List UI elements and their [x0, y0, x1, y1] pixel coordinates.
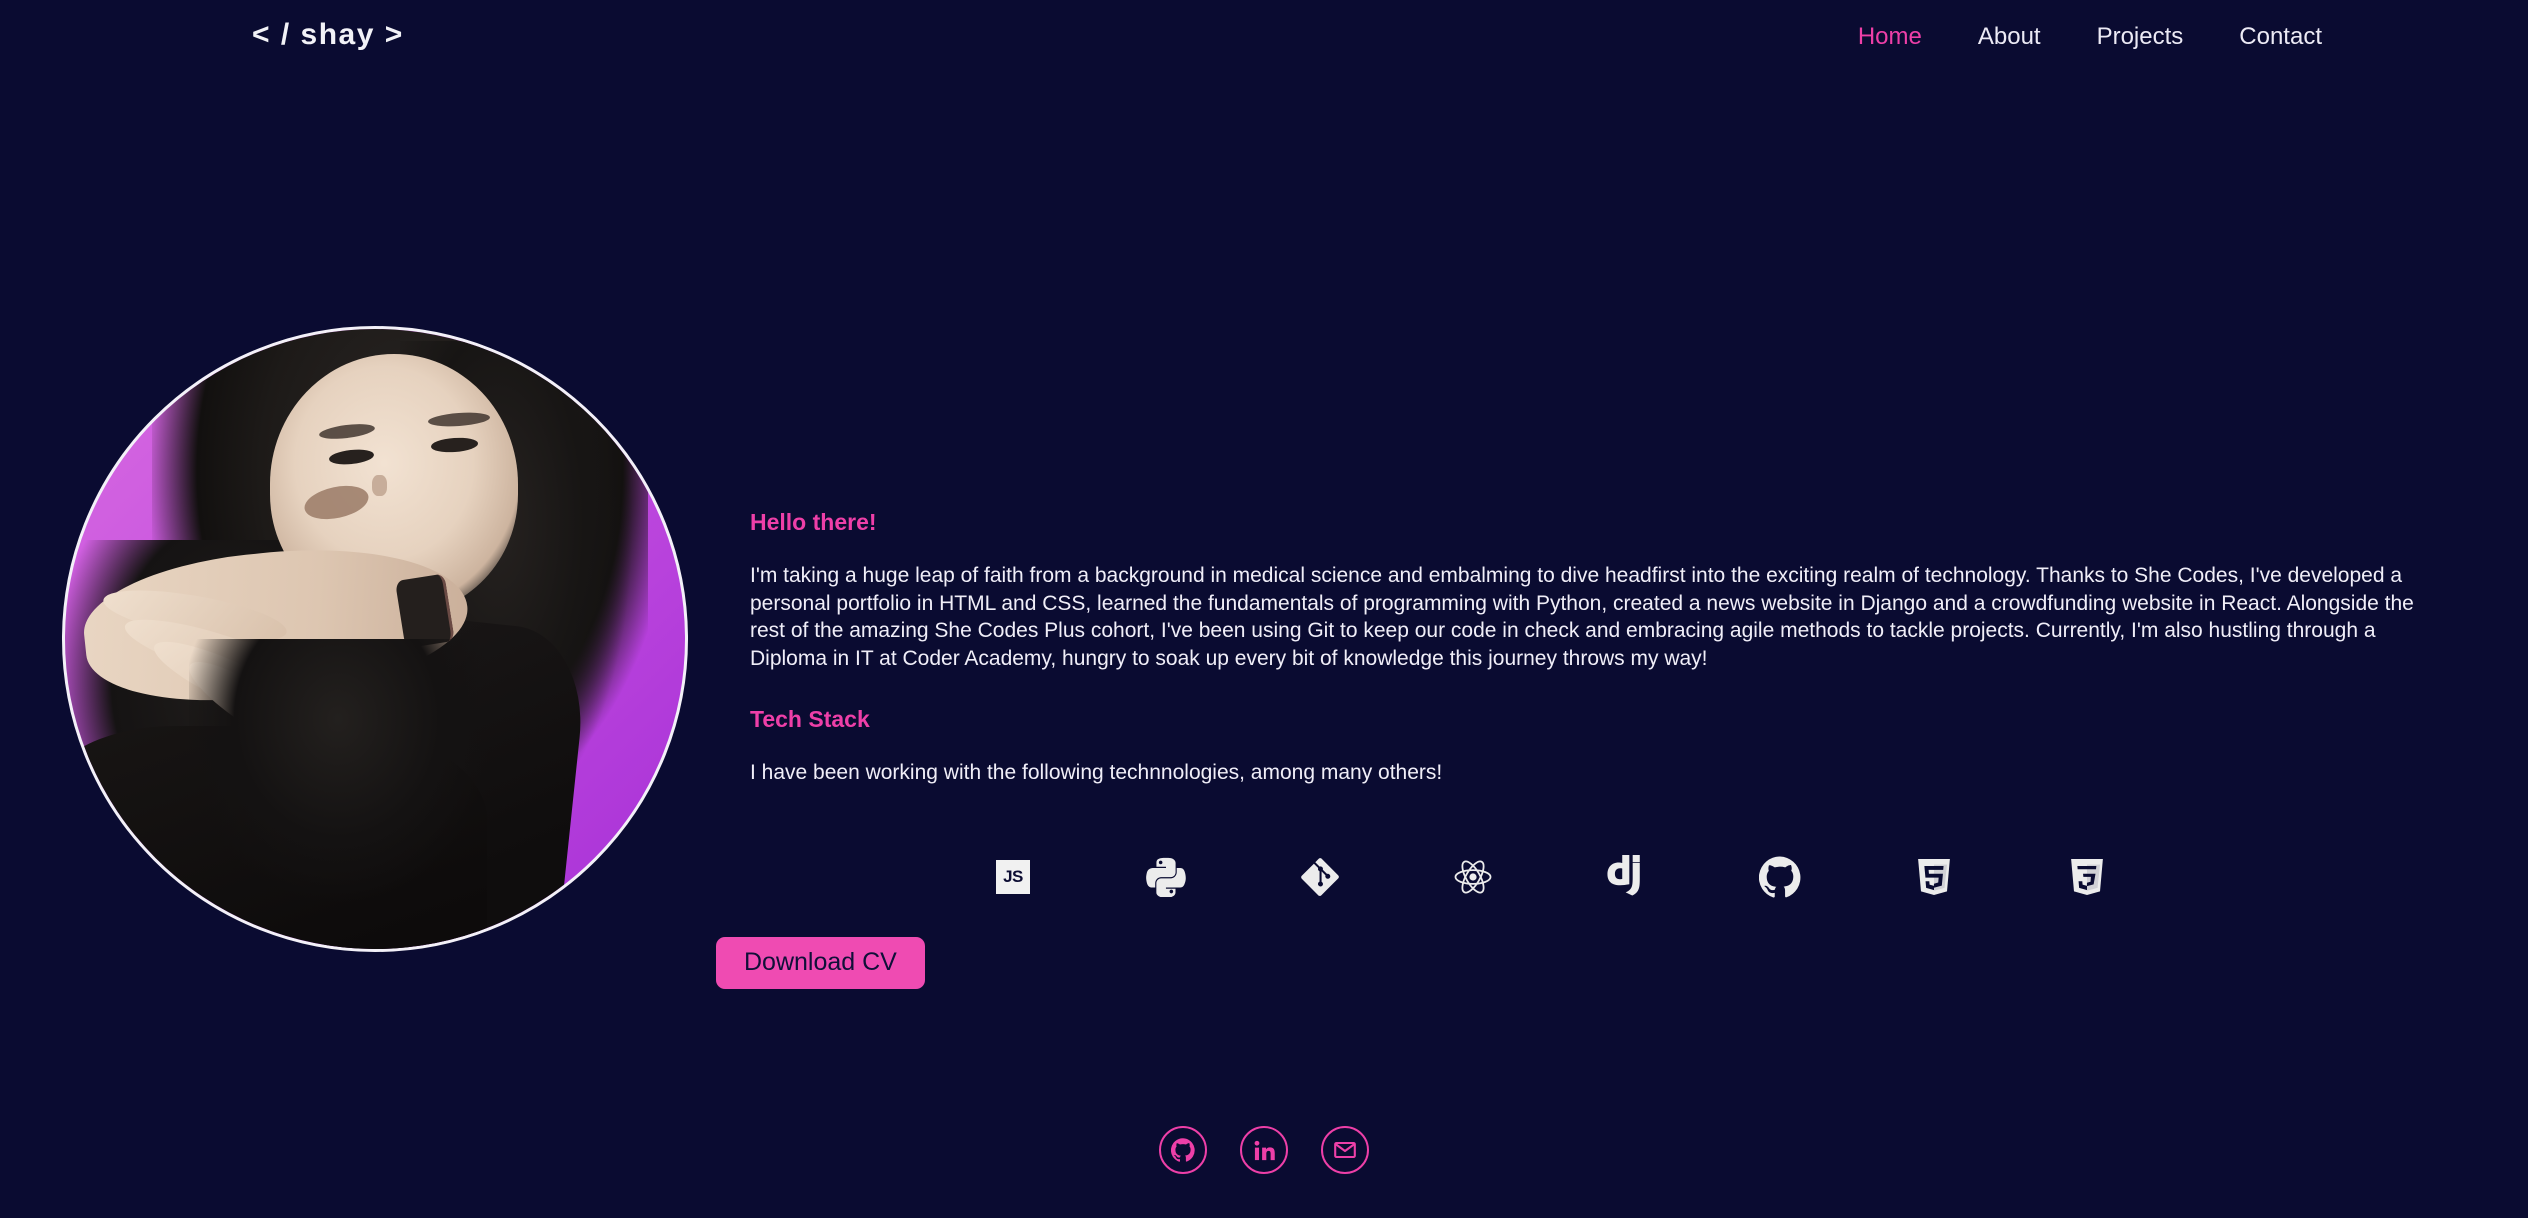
email-social-icon[interactable]: [1321, 1126, 1369, 1174]
python-icon[interactable]: [1143, 854, 1189, 900]
nav-link-home[interactable]: Home: [1830, 22, 1950, 52]
tech-stack-intro: I have been working with the following t…: [750, 761, 1443, 784]
intro-paragraph: I'm taking a huge leap of faith from a b…: [750, 564, 2414, 670]
tech-stack-heading: Tech Stack: [750, 706, 870, 732]
avatar-photo: [62, 326, 688, 952]
brand-logo[interactable]: < / shay >: [252, 18, 404, 52]
react-icon[interactable]: [1450, 854, 1496, 900]
greeting-heading: Hello there!: [750, 509, 877, 535]
photo-hair-front: [189, 639, 487, 949]
javascript-icon[interactable]: JS: [990, 854, 1036, 900]
nav-link-contact[interactable]: Contact: [2211, 22, 2350, 52]
photo-nose: [371, 474, 387, 496]
nav-link-about[interactable]: About: [1950, 22, 2069, 52]
git-icon[interactable]: [1297, 854, 1343, 900]
github-icon[interactable]: [1757, 854, 1803, 900]
main-nav: Home About Projects Contact: [1830, 22, 2350, 52]
django-icon[interactable]: [1604, 854, 1650, 900]
nav-link-projects[interactable]: Projects: [2069, 22, 2212, 52]
bio-block: Hello there! I'm taking a huge leap of f…: [750, 508, 2414, 787]
download-cv-button[interactable]: Download CV: [716, 937, 925, 989]
site-header: < / shay > Home About Projects Contact: [0, 0, 2528, 84]
css3-icon[interactable]: [2064, 854, 2110, 900]
html5-icon[interactable]: [1911, 854, 1957, 900]
javascript-icon-label: JS: [996, 860, 1030, 894]
hero-section: Hello there! I'm taking a huge leap of f…: [0, 84, 2528, 1084]
tech-stack-icons: JS: [990, 854, 2110, 900]
photo-watch: [394, 573, 455, 649]
linkedin-social-icon[interactable]: [1240, 1126, 1288, 1174]
avatar: [62, 326, 688, 952]
footer-socials: [0, 1126, 2528, 1174]
github-social-icon[interactable]: [1159, 1126, 1207, 1174]
